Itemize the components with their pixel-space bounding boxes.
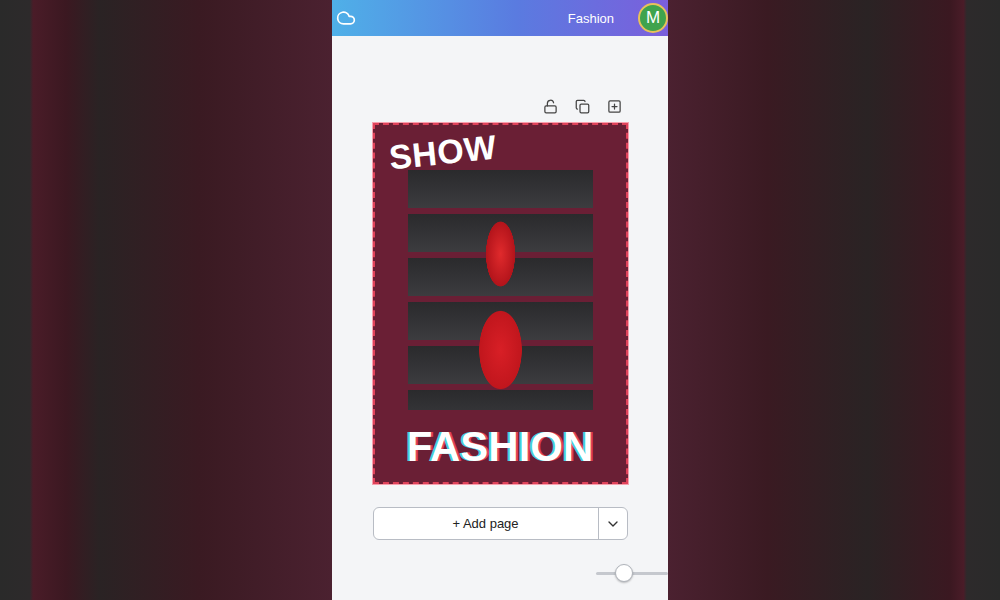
zoom-row <box>332 566 668 580</box>
lock-button[interactable] <box>542 97 560 115</box>
add-page-row: + Add page <box>373 507 628 540</box>
blurred-background <box>0 0 332 600</box>
chevron-down-icon <box>605 516 621 532</box>
add-page-menu-button[interactable] <box>598 508 627 539</box>
slider-thumb[interactable] <box>615 564 633 582</box>
canvas: SHOWFASHION + Add page <box>332 36 668 600</box>
add-icon <box>607 99 622 114</box>
poster-bottom-text[interactable]: FASHION <box>407 424 594 470</box>
avatar[interactable]: M <box>638 3 668 33</box>
zoom-slider[interactable] <box>596 566 668 580</box>
phone-screen: Fashion M SHOWFASHION + Add page <box>332 0 668 600</box>
blurred-background <box>668 0 1000 600</box>
lock-icon <box>543 99 558 114</box>
page-toolbar <box>373 96 628 116</box>
add-button[interactable] <box>606 97 624 115</box>
cloud-icon[interactable] <box>336 8 356 28</box>
photo[interactable] <box>408 170 593 410</box>
poster[interactable]: SHOWFASHION <box>373 123 628 484</box>
design-title[interactable]: Fashion <box>568 11 614 26</box>
copy-icon <box>575 99 590 114</box>
header: Fashion M <box>332 0 668 36</box>
page: Fashion M SHOWFASHION + Add page <box>0 0 1000 600</box>
add-page-button[interactable]: + Add page <box>374 508 598 539</box>
duplicate-button[interactable] <box>574 97 592 115</box>
